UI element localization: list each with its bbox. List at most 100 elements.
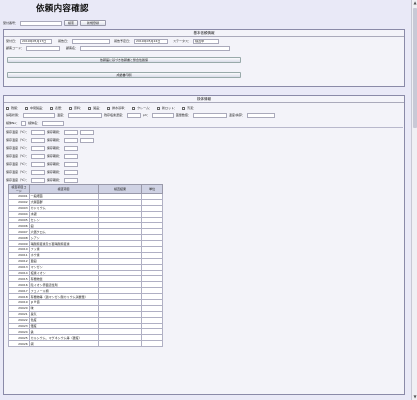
report-date-label: 報告日： bbox=[58, 39, 71, 43]
storage-row-4: 保存温度（℃）： 保存期間： bbox=[6, 153, 78, 159]
storage-temp-label: 保存温度（℃）： bbox=[6, 130, 29, 134]
ph-label: ph： bbox=[143, 113, 150, 117]
storage-temp-label: 保存温度（℃）： bbox=[6, 178, 29, 182]
storage-period-label: 保存期間： bbox=[46, 146, 62, 150]
sample-type-row: 残留： 中間製品： 表層： 原料： 製品： 排水基準： クレーム： 新ロット： … bbox=[6, 105, 196, 111]
storage-temp-label: 保存温度（℃）： bbox=[6, 138, 29, 142]
storage-temp-label: 保存温度（℃）： bbox=[6, 146, 29, 150]
surface-label: 表層： bbox=[55, 106, 65, 110]
basic-info-dates-row: 受付日： 2019年05月17日 報告日： 報告予定日： 2019年05月24日… bbox=[6, 38, 220, 44]
basic-info-header: 基本依頼情報 bbox=[4, 30, 404, 37]
residual-chlorine-field[interactable] bbox=[127, 112, 142, 118]
temperature-conversion-field[interactable] bbox=[246, 112, 275, 118]
storage-temp-field[interactable] bbox=[30, 177, 45, 183]
raw-material-checkbox[interactable] bbox=[69, 106, 73, 110]
storage-period-field[interactable] bbox=[63, 169, 78, 175]
customer-code-label: 顧客コード： bbox=[6, 46, 25, 50]
customer-row: 顧客コード： 顧客名： bbox=[6, 45, 231, 51]
storage-temp-field[interactable] bbox=[30, 137, 45, 143]
customer-code-field[interactable] bbox=[26, 45, 61, 51]
sampling-state-field[interactable] bbox=[23, 112, 56, 118]
storage-row-5: 保存温度（℃）： 保存期間： bbox=[6, 161, 78, 167]
storage-temp-field[interactable] bbox=[30, 161, 45, 167]
receipt-number-label: 受付番号： bbox=[3, 21, 19, 25]
residual-checkbox[interactable] bbox=[6, 106, 9, 110]
page-title: 依頼内容確認 bbox=[36, 4, 89, 14]
storage-row-1: 保存温度（℃）： 保存期間： bbox=[6, 129, 94, 135]
search-bar: 受付番号： 検索 新規登録 bbox=[3, 20, 107, 26]
status-field: 検査中 bbox=[193, 38, 220, 44]
storage-period-label: 保存期間： bbox=[46, 130, 62, 134]
sampling-state-label: 採取状態： bbox=[6, 113, 22, 117]
effluent-label: 排水基準： bbox=[112, 106, 128, 110]
storage-period-label: 保存期間： bbox=[46, 170, 62, 174]
storage-row-3: 保存温度（℃）： 保存期間： bbox=[6, 145, 78, 151]
table-row[interactable]: 29026 銅 bbox=[8, 340, 163, 348]
effluent-checkbox[interactable] bbox=[107, 106, 111, 110]
storage-period-field[interactable] bbox=[63, 129, 78, 135]
complaint-label: クレーム： bbox=[137, 106, 153, 110]
receipt-number-input[interactable] bbox=[20, 20, 63, 26]
storage-period-label: 保存期間： bbox=[46, 162, 62, 166]
storage-period-field[interactable] bbox=[63, 145, 78, 151]
sludge-label: 汚泥： bbox=[187, 106, 197, 110]
table-header-row: 検査項目コード 検査項目 検査結果 単位 bbox=[8, 184, 163, 194]
receipt-date-field[interactable]: 2019年05月17日 bbox=[20, 38, 53, 44]
new-registration-button[interactable]: 新規登録 bbox=[80, 20, 107, 26]
bacteria-count-label: 菌量数値： bbox=[175, 113, 191, 117]
temperature-field[interactable] bbox=[68, 112, 103, 118]
storage-temp-field[interactable] bbox=[30, 145, 45, 151]
col-header-unit: 単位 bbox=[141, 184, 163, 194]
search-button[interactable]: 検索 bbox=[64, 20, 79, 26]
col-header-code: 検査項目コード bbox=[8, 184, 30, 194]
scheduled-report-date-field[interactable]: 2019年05月24日 bbox=[134, 38, 169, 44]
item-code-cell: 29026 bbox=[8, 340, 30, 348]
new-lot-checkbox[interactable] bbox=[157, 106, 161, 110]
storage-temp-field[interactable] bbox=[30, 153, 45, 159]
surface-checkbox[interactable] bbox=[50, 106, 54, 110]
storage-period-field[interactable] bbox=[63, 161, 78, 167]
storage-period-label: 保存期間： bbox=[46, 138, 62, 142]
storage-period-field[interactable] bbox=[63, 153, 78, 159]
scroll-thumb[interactable] bbox=[413, 8, 417, 128]
confirm-consistency-button[interactable]: 依頼届に基づき依頼書と整合性確保 bbox=[7, 57, 241, 63]
residual-chlorine-label: 残存塩素濃度： bbox=[104, 113, 126, 117]
storage-period-label: 保存期間： bbox=[46, 154, 62, 158]
status-label: ステータス： bbox=[173, 39, 192, 43]
sludge-checkbox[interactable] bbox=[182, 106, 186, 110]
result-cell[interactable] bbox=[97, 340, 143, 348]
customer-name-field[interactable] bbox=[80, 45, 231, 51]
storage-temp-field[interactable] bbox=[30, 169, 45, 175]
print-report-button[interactable]: 成績書印刷 bbox=[7, 72, 241, 78]
residual-label: 残留： bbox=[11, 106, 21, 110]
basic-info-panel: 基本依頼情報 受付日： 2019年05月17日 報告日： 報告予定日： 2019… bbox=[3, 29, 405, 87]
storage-temp-field[interactable] bbox=[30, 129, 45, 135]
sample-number-field[interactable] bbox=[21, 120, 27, 126]
storage-period-unit-field[interactable] bbox=[79, 137, 94, 143]
sample-id-row: 検体No： 検体名： bbox=[6, 120, 65, 126]
sample-name-label: 検体名： bbox=[28, 121, 41, 125]
sample-name-field[interactable] bbox=[42, 120, 65, 126]
report-date-field[interactable] bbox=[72, 38, 111, 44]
storage-row-6: 保存温度（℃）： 保存期間： bbox=[6, 169, 78, 175]
storage-period-unit-field[interactable] bbox=[79, 129, 94, 135]
ph-field[interactable] bbox=[151, 112, 174, 118]
storage-period-field[interactable] bbox=[63, 177, 78, 183]
product-label: 製品： bbox=[93, 106, 103, 110]
intermediate-label: 中間製品： bbox=[30, 106, 46, 110]
complaint-checkbox[interactable] bbox=[132, 106, 136, 110]
vertical-scrollbar[interactable]: ▲ ▼ bbox=[411, 0, 417, 400]
scheduled-report-date-label: 報告予定日： bbox=[114, 39, 133, 43]
storage-period-field[interactable] bbox=[63, 137, 78, 143]
temperature-label: 温度： bbox=[57, 113, 67, 117]
sampling-conditions-row: 採取状態： 温度： 残存塩素濃度： ph： 菌量数値： 温度/換算： bbox=[6, 112, 275, 118]
intermediate-checkbox[interactable] bbox=[25, 106, 29, 110]
unit-cell bbox=[141, 340, 163, 348]
bacteria-count-field[interactable] bbox=[192, 112, 227, 118]
receipt-date-label: 受付日： bbox=[6, 39, 19, 43]
scroll-up-icon[interactable]: ▲ bbox=[412, 0, 417, 6]
product-checkbox[interactable] bbox=[88, 106, 92, 110]
new-lot-label: 新ロット： bbox=[162, 106, 178, 110]
item-name-cell: 銅 bbox=[28, 340, 99, 348]
scroll-down-icon[interactable]: ▼ bbox=[412, 394, 417, 400]
